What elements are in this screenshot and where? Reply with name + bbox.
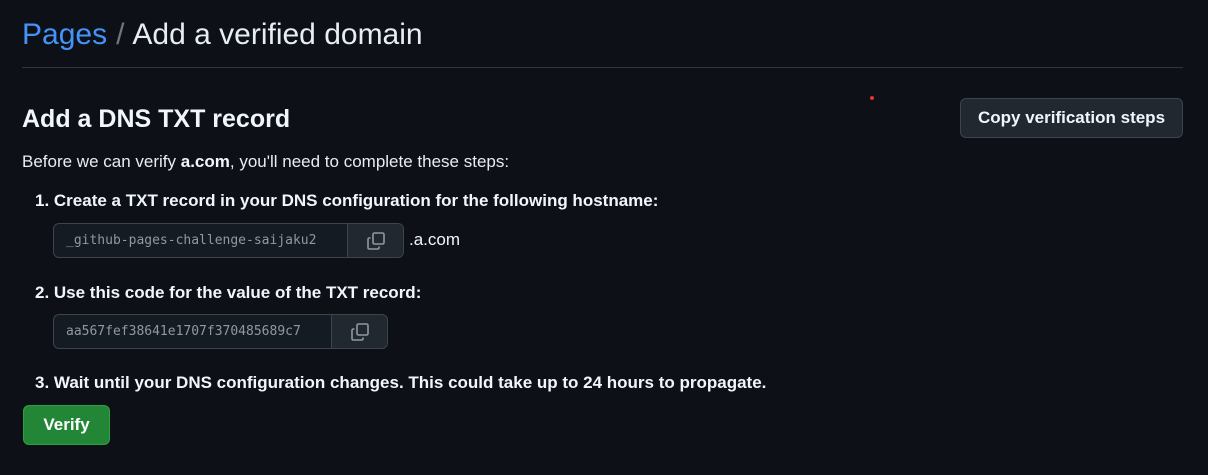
breadcrumb-separator: / [116,18,125,51]
copy-icon [366,231,386,251]
intro-text: Before we can verify a.com, you'll need … [22,151,509,173]
verify-button[interactable]: Verify [23,405,110,445]
hostname-input[interactable]: _github-pages-challenge-saijaku2 [54,224,348,257]
step-2-text: 2. Use this code for the value of the TX… [35,283,422,302]
copy-icon [350,322,370,342]
section-title: Add a DNS TXT record [22,105,291,133]
txt-value-field: aa567fef38641e1707f370485689c7 [53,314,388,349]
step-1-text: 1. Create a TXT record in your DNS confi… [35,191,659,210]
intro-prefix: Before we can verify [22,152,181,171]
page-header: Pages / Add a verified domain [22,16,1183,68]
breadcrumb-pages-link[interactable]: Pages [22,18,107,51]
page: Pages / Add a verified domain Add a DNS TX… [0,0,1208,475]
copy-hostname-button[interactable] [348,224,403,257]
hostname-suffix: .a.com [409,230,461,249]
hostname-field: _github-pages-challenge-saijaku2 [53,223,404,258]
step-3-text: 3. Wait until your DNS configuration cha… [35,373,767,392]
intro-suffix: , you'll need to complete these steps: [229,152,510,171]
cursor-dot [870,96,874,100]
copy-verification-steps-button[interactable]: Copy verification steps [960,98,1183,138]
copy-txt-value-button[interactable] [332,315,387,348]
page-title: Add a verified domain [132,18,423,51]
intro-domain: a.com [180,152,230,171]
txt-value-input[interactable]: aa567fef38641e1707f370485689c7 [54,315,332,348]
